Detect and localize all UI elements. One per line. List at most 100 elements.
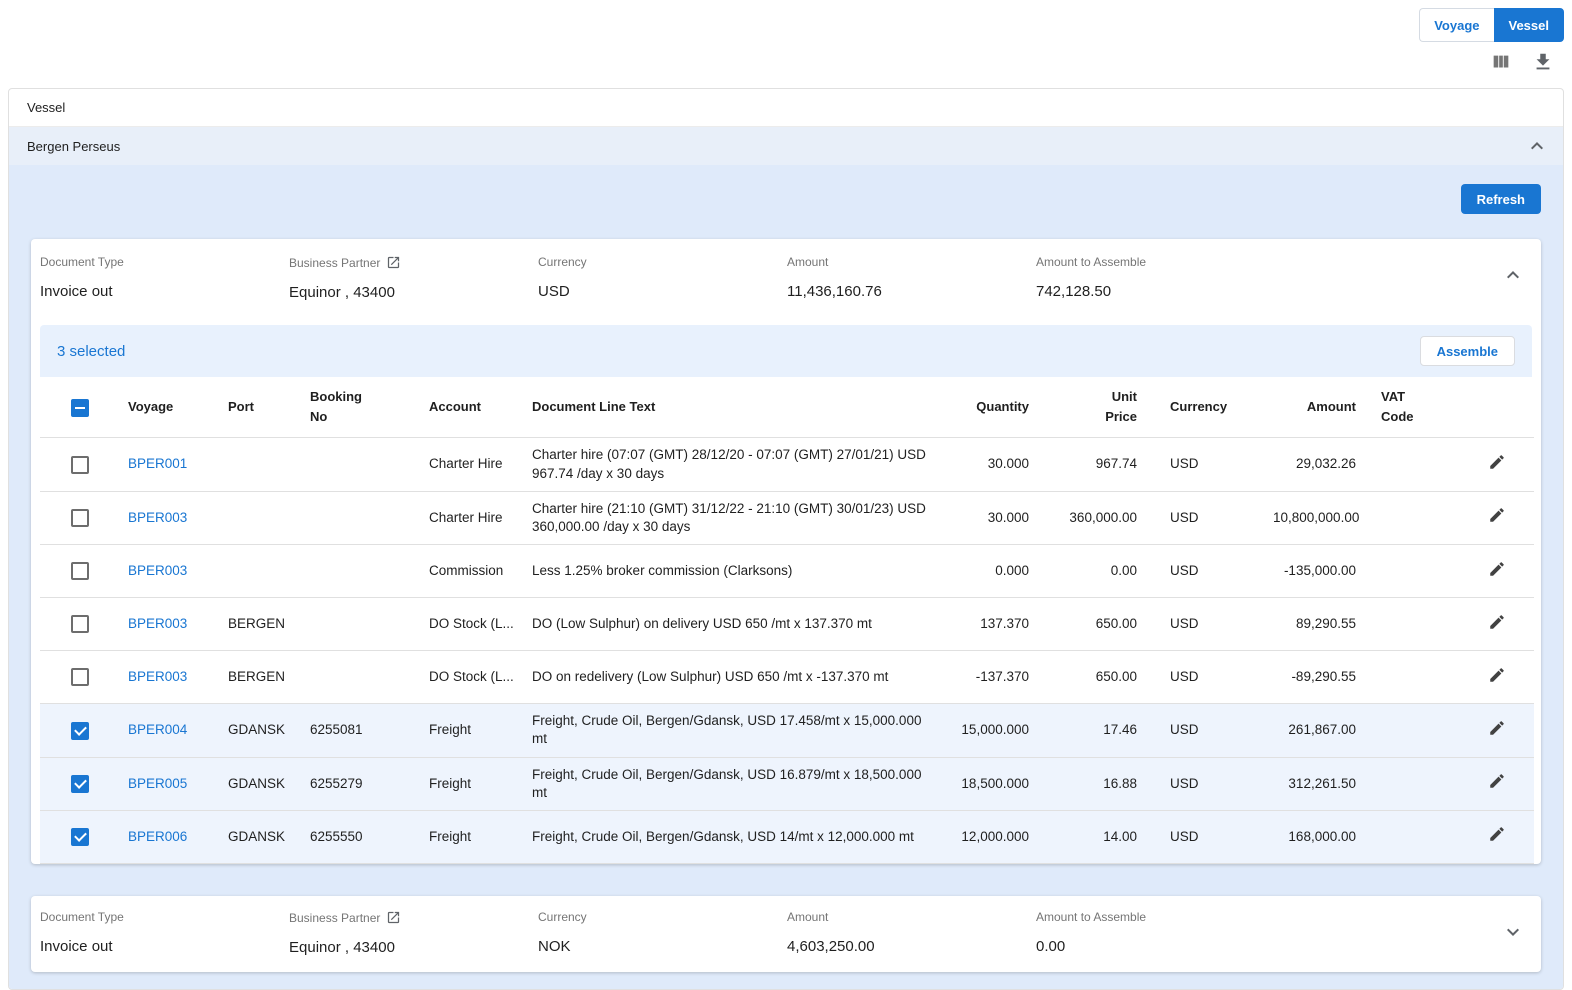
line-text-cell: DO on redelivery (Low Sulphur) USD 650 /… [524, 651, 947, 704]
row-checkbox[interactable] [71, 828, 89, 846]
currency-cell: USD [1145, 757, 1265, 810]
amount-cell: 168,000.00 [1265, 811, 1364, 864]
field-currency: Currency NOK [538, 910, 787, 956]
account-cell: DO Stock (L... [421, 598, 524, 651]
vessel-name: Bergen Perseus [27, 139, 120, 154]
field-amount-to-assemble: Amount to Assemble 0.00 [1036, 910, 1285, 956]
vat-code-cell [1364, 491, 1459, 544]
chevron-down-icon[interactable] [1501, 920, 1525, 944]
amount-cell: -135,000.00 [1265, 545, 1364, 598]
download-icon[interactable] [1532, 51, 1556, 75]
booking-no-cell [302, 491, 421, 544]
row-checkbox[interactable] [71, 615, 89, 633]
amount-cell: 89,290.55 [1265, 598, 1364, 651]
chevron-up-icon[interactable] [1501, 263, 1525, 287]
currency-cell: USD [1145, 704, 1265, 757]
edit-icon[interactable] [1488, 453, 1506, 471]
line-text-cell: Less 1.25% broker commission (Clarksons) [524, 545, 947, 598]
field-value: Equinor , 43400 [289, 284, 528, 301]
voyage-link[interactable]: BPER001 [128, 456, 187, 471]
table-row: BPER003 BERGEN DO Stock (L... DO (Low Su… [40, 598, 1534, 651]
invoice-table-body: BPER001 Charter Hire Charter hire (07:07… [40, 438, 1534, 864]
field-business-partner: Business Partner Equinor , 43400 [289, 255, 538, 301]
currency-cell: USD [1145, 598, 1265, 651]
vat-code-cell [1364, 757, 1459, 810]
voyage-link[interactable]: BPER003 [128, 669, 187, 684]
unit-price-cell: 650.00 [1037, 651, 1145, 704]
unit-price-cell: 360,000.00 [1037, 491, 1145, 544]
voyage-link[interactable]: BPER003 [128, 563, 187, 578]
vat-code-cell [1364, 438, 1459, 491]
header-voyage: Voyage [120, 377, 220, 438]
row-checkbox[interactable] [71, 509, 89, 527]
field-label: Currency [538, 910, 587, 924]
booking-no-cell: 6255081 [302, 704, 421, 757]
refresh-button[interactable]: Refresh [1461, 184, 1541, 214]
row-checkbox[interactable] [71, 456, 89, 474]
vessel-group-row[interactable]: Bergen Perseus [9, 127, 1563, 165]
external-link-icon[interactable] [386, 255, 401, 270]
voyage-toggle-button[interactable]: Voyage [1419, 8, 1493, 42]
assemble-button[interactable]: Assemble [1420, 336, 1515, 366]
field-business-partner: Business Partner Equinor , 43400 [289, 910, 538, 956]
port-cell: GDANSK [220, 757, 302, 810]
port-cell [220, 491, 302, 544]
amount-cell: 10,800,000.00 [1265, 491, 1364, 544]
unit-price-cell: 17.46 [1037, 704, 1145, 757]
voyage-link[interactable]: BPER004 [128, 722, 187, 737]
row-checkbox[interactable] [71, 722, 89, 740]
row-checkbox[interactable] [71, 668, 89, 686]
quantity-cell: 137.370 [947, 598, 1037, 651]
topbar: Voyage Vessel [0, 0, 1572, 88]
voyage-link[interactable]: BPER003 [128, 510, 187, 525]
port-cell [220, 545, 302, 598]
columns-icon[interactable] [1490, 51, 1514, 75]
table-row: BPER001 Charter Hire Charter hire (07:07… [40, 438, 1534, 491]
table-toolbar-icons [1490, 51, 1556, 75]
field-currency: Currency USD [538, 255, 787, 301]
quantity-cell: 15,000.000 [947, 704, 1037, 757]
field-label: Document Type [40, 255, 124, 269]
vat-code-cell [1364, 704, 1459, 757]
row-checkbox[interactable] [71, 775, 89, 793]
field-amount-to-assemble: Amount to Assemble 742,128.50 [1036, 255, 1285, 301]
select-all-checkbox[interactable] [71, 399, 89, 417]
vessel-toggle-button[interactable]: Vessel [1494, 8, 1565, 42]
amount-cell: 261,867.00 [1265, 704, 1364, 757]
amount-cell: -89,290.55 [1265, 651, 1364, 704]
vat-code-cell [1364, 811, 1459, 864]
table-row: BPER003 BERGEN DO Stock (L... DO on rede… [40, 651, 1534, 704]
vat-code-cell [1364, 545, 1459, 598]
edit-icon[interactable] [1488, 560, 1506, 578]
field-label: Amount [787, 255, 828, 269]
table-row: BPER005 GDANSK 6255279 Freight Freight, … [40, 757, 1534, 810]
edit-icon[interactable] [1488, 772, 1506, 790]
edit-icon[interactable] [1488, 719, 1506, 737]
edit-icon[interactable] [1488, 613, 1506, 631]
field-label: Currency [538, 255, 587, 269]
edit-icon[interactable] [1488, 825, 1506, 843]
edit-icon[interactable] [1488, 506, 1506, 524]
invoice-card-usd: Document Type Invoice out Business Partn… [31, 239, 1541, 864]
chevron-up-icon[interactable] [1525, 134, 1549, 158]
field-value: 4,603,250.00 [787, 938, 1026, 955]
row-checkbox[interactable] [71, 562, 89, 580]
voyage-link[interactable]: BPER003 [128, 616, 187, 631]
booking-no-cell [302, 438, 421, 491]
voyage-link[interactable]: BPER006 [128, 829, 187, 844]
field-value: USD [538, 283, 777, 300]
field-label: Amount [787, 910, 828, 924]
account-cell: Commission [421, 545, 524, 598]
field-value: Invoice out [40, 283, 279, 300]
currency-cell: USD [1145, 438, 1265, 491]
line-text-cell: DO (Low Sulphur) on delivery USD 650 /mt… [524, 598, 947, 651]
field-value: 742,128.50 [1036, 283, 1275, 300]
voyage-link[interactable]: BPER005 [128, 776, 187, 791]
header-port: Port [220, 377, 302, 438]
edit-icon[interactable] [1488, 666, 1506, 684]
external-link-icon[interactable] [386, 910, 401, 925]
field-label: Business Partner [289, 911, 380, 925]
account-cell: Freight [421, 811, 524, 864]
invoice-card-nok: Document Type Invoice out Business Partn… [31, 896, 1541, 972]
account-cell: DO Stock (L... [421, 651, 524, 704]
